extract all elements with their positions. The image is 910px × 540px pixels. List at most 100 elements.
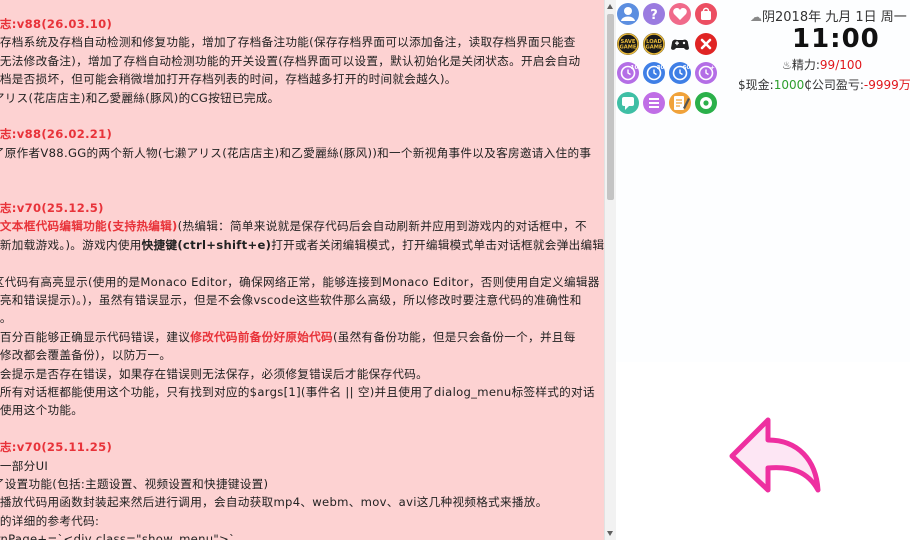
changelog-line: 存修改都会覆盖备份)，以防万一。: [0, 346, 604, 364]
svg-text:30: 30: [657, 65, 665, 71]
help-icon: ?: [650, 8, 658, 23]
changelog-text: 存修改都会覆盖备份)，以防万一。: [0, 348, 172, 363]
cash-label: $现金:: [738, 78, 774, 92]
time-skip-60-button[interactable]: 60: [669, 62, 691, 84]
changelog-line: 重新加载游戏。)。游戏内使用快捷键(ctrl+shift+e)打开或者关闭编辑模…: [0, 236, 604, 254]
chat-button[interactable]: [617, 91, 639, 114]
changelog-highlight: 快捷键(ctrl+shift+e): [141, 237, 272, 252]
changelog-highlight: 文本框代码编辑功能(支持热编辑): [0, 219, 178, 234]
changelog-text: 定所有对话框都能使用这个功能，只有找到对应的$args[1](事件名 || 空)…: [0, 385, 595, 400]
changelog-section-title: 日志:v70(25.12.5): [0, 201, 104, 216]
load-game-button[interactable]: LOAD GAME: [643, 32, 665, 55]
time-skip-10-button[interactable]: 10: [617, 62, 639, 84]
notes-edit-button[interactable]: [669, 91, 691, 114]
changelog-section-title: 日志:v88(26.03.10): [0, 17, 113, 31]
changelog-text: ]了设置功能(包括:主题设置、视频设置和快捷键设置): [0, 477, 269, 492]
time-skip-60-icon: 60: [672, 65, 691, 81]
notes-edit-icon: [674, 95, 690, 110]
changelog-text: 定百分百能够正确显示代码错误，建议: [0, 329, 191, 344]
changelog-line: ]了原作者V88.GG的两个新人物(七濑アリス(花店店主)和乙愛麗絲(豚风))和…: [0, 144, 604, 162]
back-arrow-icon: [729, 417, 821, 493]
scroll-down-arrow[interactable]: [607, 531, 613, 536]
changelog-line: 定所有对话框都能使用这个功能，只有找到对应的$args[1](事件名 || 空)…: [0, 383, 604, 401]
energy-current: 99: [819, 58, 836, 72]
changelog-text: 性。: [0, 311, 12, 326]
changelog-text: 后的详细的参考代码:: [0, 513, 100, 528]
inventory-bag-button[interactable]: [695, 3, 717, 25]
changelog-line: 频播放代码用函数封装起来然后进行调用，会自动获取mp4、webm、mov、avi…: [0, 493, 604, 511]
menu-list-icon: [649, 97, 659, 108]
svg-text:?: ?: [650, 8, 658, 23]
favorites-heart-button[interactable]: [669, 3, 691, 25]
changelog-line: ]アリス(花店店主)和乙愛麗絲(豚风)的CG按钮已完成。: [0, 89, 604, 107]
time-skip-next-icon: +: [698, 65, 715, 81]
svg-text:+: +: [710, 65, 715, 71]
game-hud-panel: ? SAVE GAME LOAD GAME 10 30 60 + ☁阴2018年 九月 1日 周…: [616, 0, 910, 540]
scroll-up-arrow[interactable]: [607, 4, 613, 9]
changelog-text: 高亮和错误提示)。)，虽然有错误显示，但是不会像vscode这些软件那么高级，所…: [0, 293, 582, 308]
changelog-text: 了一部分UI: [0, 458, 49, 473]
scroll-thumb[interactable]: [607, 14, 614, 200]
energy-line: ♨精力:99/100: [782, 56, 862, 73]
svg-text:60: 60: [683, 65, 691, 71]
cash-value: 1000: [773, 78, 805, 92]
changelog-text: 时会提示是否存在错误，如果存在错误则无法保存，必须修复错误后才能保存代码。: [0, 366, 429, 381]
changelog-text: (热编辑：简单来说就是保存代码后会自动刷新并应用到游戏内的对话框中，不: [177, 219, 587, 234]
changelog-text: ]アリス(花店店主)和乙愛麗絲(豚风)的CG按钮已完成。: [0, 90, 280, 105]
changelog-line: 了存档系统及存档自动检测和修复功能，增加了存档备注功能(保存存档界面可以添加备注…: [0, 33, 604, 51]
changelog-panel[interactable]: 日志:v88(26.03.10) 了存档系统及存档自动检测和修复功能，增加了存档备…: [0, 0, 604, 540]
date-text: 阴2018年 九月 1日 周一: [762, 10, 907, 25]
company-label: 公司盈亏:: [811, 78, 864, 92]
changelog-text: 能使用这个功能。: [0, 403, 84, 418]
money-line: $现金:1000₵公司盈亏:-9999万: [738, 76, 910, 93]
menu-list-button[interactable]: [643, 91, 665, 114]
time-skip-next-button[interactable]: +: [695, 62, 717, 84]
changelog-text: 打开或者关闭编辑模式，打开编辑模式单击对话框就会弹出编辑: [271, 237, 604, 252]
svg-text:GAME: GAME: [620, 44, 637, 50]
back-button[interactable]: [728, 414, 824, 500]
time-skip-30-icon: 30: [646, 65, 665, 81]
svg-text:10: 10: [631, 65, 639, 71]
changelog-line: 注无法修改备注)，增加了存档自动检测功能的开关设置(存档界面可以设置，默认初始化…: [0, 52, 604, 70]
gamepad-icon: [671, 39, 689, 50]
changelog-line: 能使用这个功能。: [0, 401, 604, 419]
game-clock: 11:00: [792, 24, 880, 54]
changelog-text: 重新加载游戏。)。游戏内使用: [0, 237, 142, 252]
close-button[interactable]: [695, 32, 717, 55]
changelog-line: 存档是否损坏，但可能会稍微增加打开存档列表的时间，存档越多打开的时间就会越久)。: [0, 70, 604, 88]
changelog-section-title: 日志:v70(25.11.25): [0, 440, 113, 455]
time-skip-30-button[interactable]: 30: [643, 62, 665, 84]
changelog-text: 存档是否损坏，但可能会稍微增加打开存档列表的时间，存档越多打开的时间就会越久)。: [0, 72, 457, 87]
changelog-content: 日志:v88(26.03.10) 了存档系统及存档自动检测和修复功能，增加了存档备…: [0, 15, 604, 540]
energy-label: 精力:: [791, 58, 820, 72]
settings-gear-button[interactable]: [695, 91, 717, 114]
changelog-line: [0, 254, 604, 272]
character-button[interactable]: [617, 3, 639, 25]
changelog-text: 了存档系统及存档自动检测和修复功能，增加了存档备注功能(保存存档界面可以添加备注…: [0, 35, 576, 50]
energy-max: 100: [839, 58, 863, 72]
cloud-icon: ☁: [750, 10, 762, 24]
energy-icon: ♨: [782, 59, 792, 72]
inventory-bag-icon: [701, 7, 711, 20]
help-button[interactable]: ?: [643, 3, 665, 25]
changelog-scrollbar[interactable]: [604, 0, 616, 540]
changelog-text: ]了原作者V88.GG的两个新人物(七濑アリス(花店店主)和乙愛麗絲(豚风))和…: [0, 145, 592, 160]
time-skip-10-icon: 10: [620, 65, 639, 81]
company-value: -9999万: [863, 78, 910, 92]
gamepad-button[interactable]: [669, 33, 691, 55]
changelog-line: urnPage+=`<div class="show_menu">`: [0, 530, 604, 540]
changelog-text: ]区代码有高亮显示(使用的是Monaco Editor，确保网络正常，能够连接到…: [0, 274, 600, 289]
changelog-text: 注无法修改备注)，增加了存档自动检测功能的开关设置(存档界面可以设置，默认初始化…: [0, 53, 581, 68]
changelog-section-title: 日志:v88(26.02.21): [0, 127, 113, 142]
changelog-highlight: 修改代码前备份好原始代码: [190, 329, 333, 344]
date-line: ☁阴2018年 九月 1日 周一: [750, 6, 907, 25]
changelog-line: 后的详细的参考代码:: [0, 512, 604, 530]
changelog-line: 了一部分UI: [0, 457, 604, 475]
settings-gear-icon: [700, 96, 712, 109]
changelog-line: ]了设置功能(包括:主题设置、视频设置和快捷键设置): [0, 475, 604, 493]
save-game-icon: SAVEGAME: [617, 32, 639, 55]
save-game-button[interactable]: SAVE GAME: [617, 32, 639, 55]
changelog-text: (虽然有备份功能，但是只会备份一个，并且每: [332, 329, 576, 344]
